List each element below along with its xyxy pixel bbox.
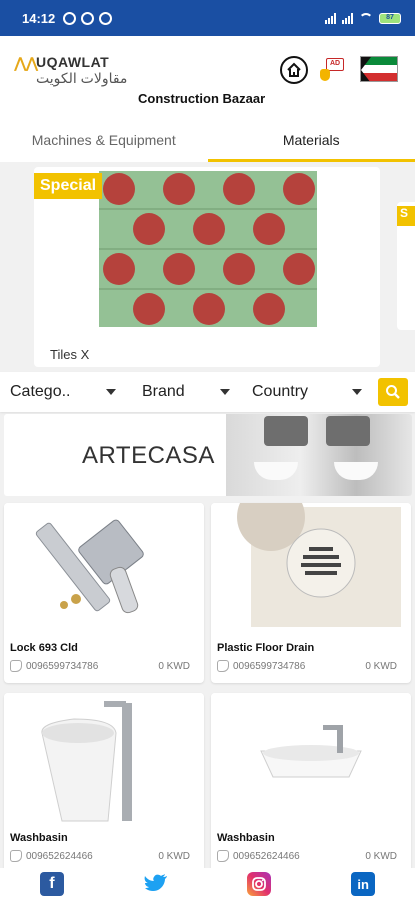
bathroom-photo <box>226 414 412 496</box>
status-bar: 14:12 87 <box>0 0 415 36</box>
notification-icon <box>99 11 113 25</box>
product-phone-number: 009652624466 <box>26 850 93 862</box>
app-header: ⋀⋀ UQAWLAT مقاولات الكويت Construction B… <box>0 36 415 118</box>
product-card[interactable]: Washbasin 009652624466 0 KWD <box>211 693 411 873</box>
social-bar: f in <box>0 868 415 900</box>
product-phone[interactable]: 0096599734786 <box>10 660 98 672</box>
notification-icon <box>81 11 95 25</box>
wifi-icon <box>359 13 373 23</box>
category-dropdown-label: Catego.. <box>10 383 71 400</box>
product-price: 0 KWD <box>365 661 397 672</box>
brand-dropdown-label: Brand <box>142 383 185 400</box>
post-ad-button[interactable]: AD <box>320 56 346 84</box>
linkedin-icon[interactable]: in <box>351 872 376 896</box>
product-phone-number: 0096599734786 <box>233 660 306 672</box>
special-badge: Special <box>34 173 103 199</box>
phone-icon <box>217 850 229 862</box>
product-price: 0 KWD <box>365 851 397 862</box>
product-title: Plastic Floor Drain <box>217 642 315 654</box>
product-title: Lock 693 Cld <box>10 642 78 654</box>
logo-arabic-text: مقاولات الكويت <box>36 70 128 86</box>
filter-bar: Catego.. Brand Country <box>0 372 415 412</box>
tiles-image <box>99 171 317 327</box>
logo-mark-icon: ⋀⋀ <box>14 55 38 72</box>
brand-banner-name: ARTECASA <box>82 442 215 469</box>
chevron-down-icon <box>106 389 116 395</box>
phone-icon <box>217 660 229 672</box>
home-button[interactable] <box>280 56 308 84</box>
tab-materials[interactable]: Materials <box>207 118 415 162</box>
product-title: Washbasin <box>10 832 68 844</box>
mirror-shape <box>264 416 308 446</box>
product-phone[interactable]: 009652624466 <box>10 850 93 862</box>
product-image-washbasin <box>211 693 411 825</box>
category-tabs: Machines & Equipment Materials <box>0 118 415 162</box>
system-icons: 87 <box>325 12 401 24</box>
product-price: 0 KWD <box>158 661 190 672</box>
product-phone-number: 009652624466 <box>233 850 300 862</box>
category-dropdown[interactable]: Catego.. <box>0 372 126 412</box>
signal-icon <box>342 12 353 24</box>
product-card[interactable]: Plastic Floor Drain 0096599734786 0 KWD <box>211 503 411 683</box>
product-card[interactable]: Lock 693 Cld 0096599734786 0 KWD <box>4 503 204 683</box>
next-special-badge: S <box>397 206 415 226</box>
product-image-washbasin <box>4 693 204 825</box>
phone-icon <box>10 850 22 862</box>
product-phone[interactable]: 009652624466 <box>217 850 300 862</box>
twitter-icon[interactable] <box>144 872 168 896</box>
mirror-shape <box>326 416 370 446</box>
battery-icon: 87 <box>379 12 401 24</box>
product-price: 0 KWD <box>158 851 190 862</box>
home-icon <box>287 62 301 77</box>
brand-dropdown[interactable]: Brand <box>126 372 240 412</box>
brand-banner[interactable]: ARTECASA <box>4 414 412 496</box>
country-dropdown[interactable]: Country <box>240 372 372 412</box>
hand-icon <box>320 69 330 81</box>
status-time: 14:12 <box>22 10 56 26</box>
logo-text: UQAWLAT <box>36 54 110 70</box>
next-banner-card[interactable]: S <box>397 202 415 330</box>
product-image-floor-drain <box>211 503 411 635</box>
product-image-lock <box>4 503 204 635</box>
app-screen: 14:12 87 ⋀⋀ UQAWLAT مقاولات الكويت Const… <box>0 0 415 900</box>
product-phone[interactable]: 0096599734786 <box>217 660 305 672</box>
notification-icons <box>63 11 113 25</box>
facebook-icon[interactable]: f <box>39 872 64 896</box>
product-title: Washbasin <box>217 832 275 844</box>
search-icon <box>386 385 400 399</box>
logo: ⋀⋀ UQAWLAT مقاولات الكويت <box>14 52 134 92</box>
basin-shape <box>334 462 378 480</box>
product-card[interactable]: Washbasin 009652624466 0 KWD <box>4 693 204 873</box>
chevron-down-icon <box>352 389 362 395</box>
chevron-down-icon <box>220 389 230 395</box>
signal-icon <box>325 12 336 24</box>
kuwait-flag-language-button[interactable] <box>360 56 398 82</box>
notification-icon <box>63 11 77 25</box>
tab-machines-equipment[interactable]: Machines & Equipment <box>0 118 208 162</box>
basin-shape <box>254 462 298 480</box>
app-title: Construction Bazaar <box>138 91 266 106</box>
instagram-icon[interactable] <box>247 872 272 896</box>
phone-icon <box>10 660 22 672</box>
search-button[interactable] <box>378 378 408 406</box>
tile-pattern <box>99 171 317 327</box>
special-carousel[interactable]: Special Tiles X S <box>0 162 415 370</box>
country-dropdown-label: Country <box>252 383 309 400</box>
product-phone-number: 0096599734786 <box>26 660 99 672</box>
special-banner-card[interactable]: Special Tiles X <box>34 167 380 367</box>
banner-caption: Tiles X <box>50 347 90 362</box>
